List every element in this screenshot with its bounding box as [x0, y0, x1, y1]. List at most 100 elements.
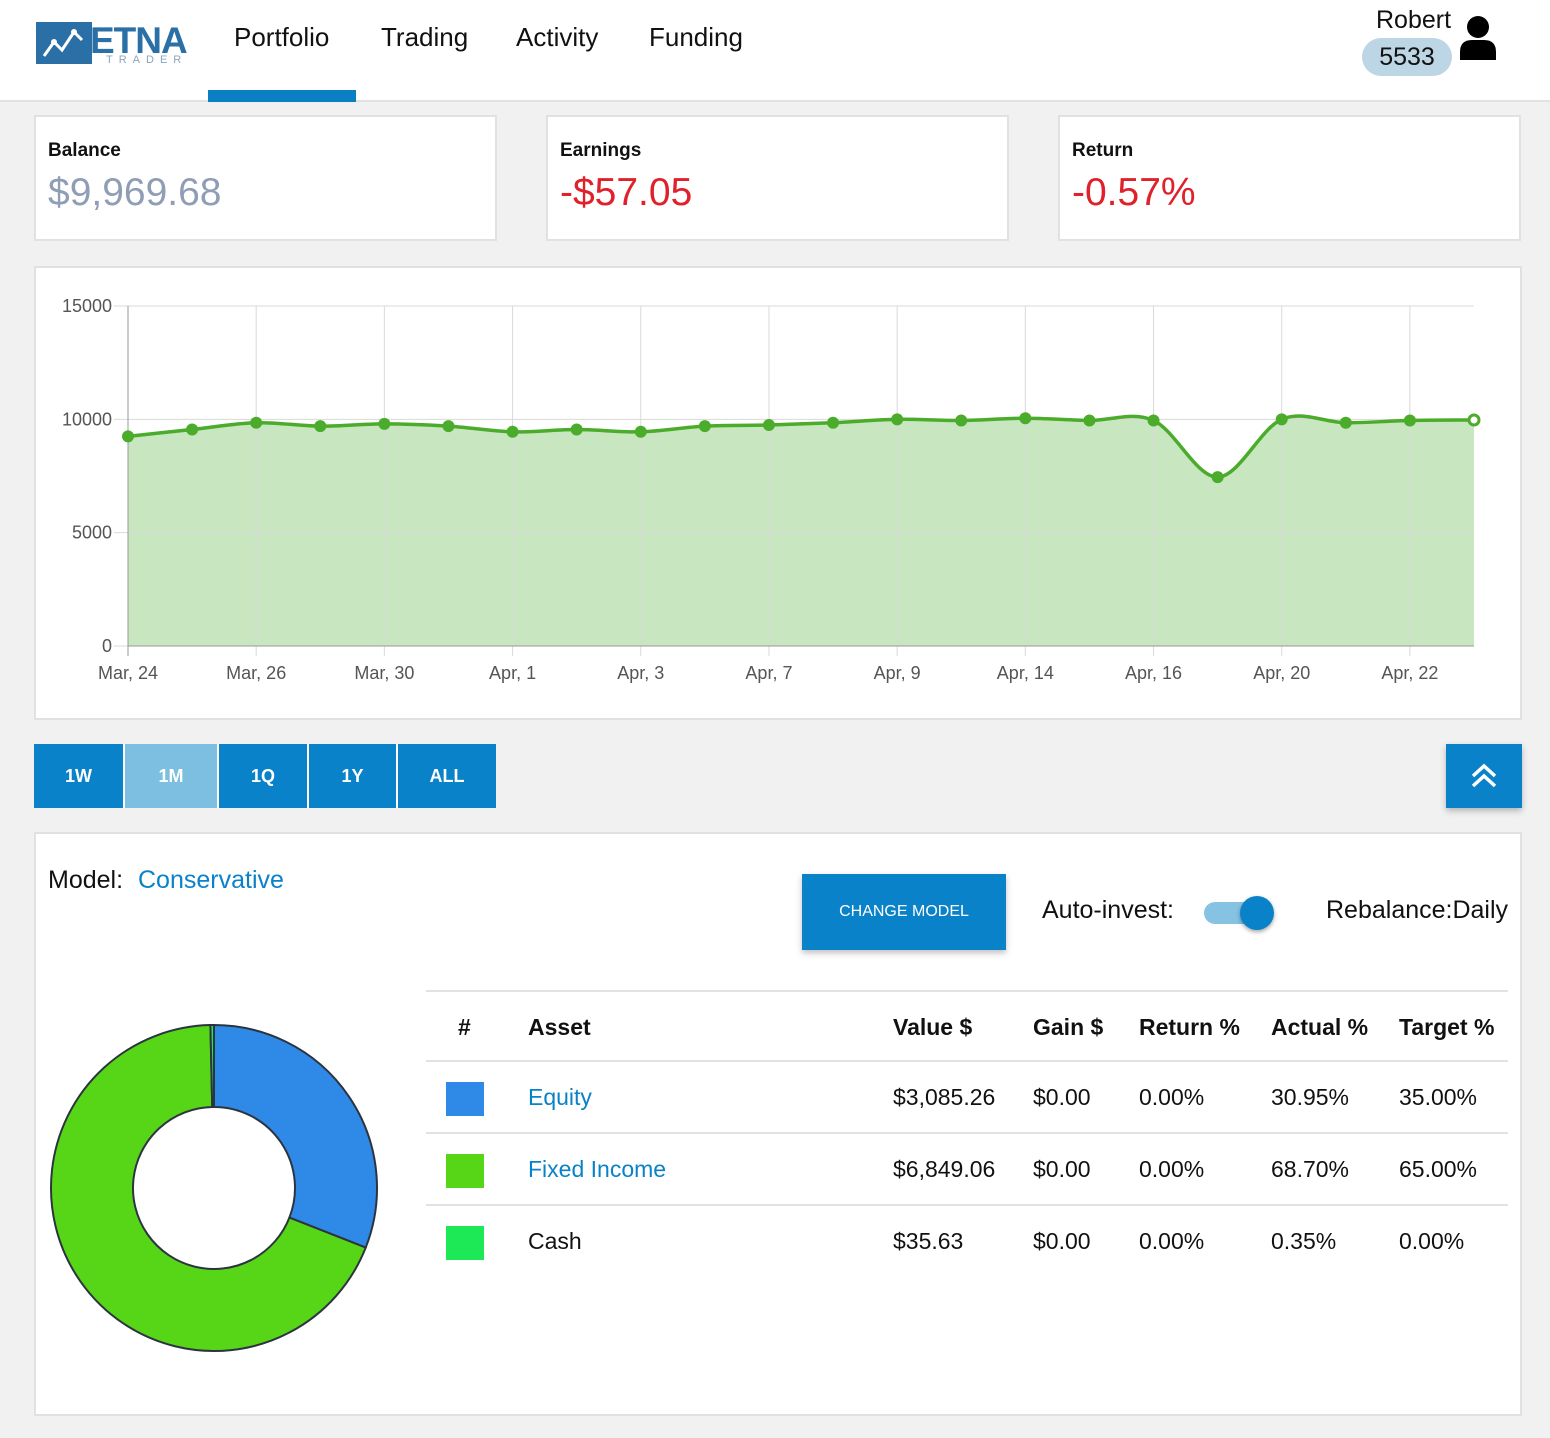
cash-value: $35.63 [893, 1228, 964, 1254]
user-name[interactable]: Robert [1376, 6, 1451, 35]
donut-slice-equity[interactable] [213, 1023, 378, 1249]
x-tick-label: Mar, 24 [98, 663, 158, 683]
column-header-asset: Asset [528, 1014, 591, 1040]
cash-color-swatch [446, 1226, 484, 1260]
scroll-to-top-button[interactable] [1446, 744, 1522, 808]
model-label: Model: [48, 866, 124, 894]
etna-trader-logo[interactable]: ETNA TRADER [36, 20, 188, 68]
return-value: -0.57% [1072, 171, 1196, 214]
top-navigation-bar: ETNA TRADER Portfolio Trading Activity F… [0, 0, 1550, 102]
equity-gain: $0.00 [1033, 1084, 1091, 1110]
column-header-index: # [458, 1014, 471, 1040]
earnings-value: -$57.05 [560, 171, 693, 214]
column-header-gain: Gain $ [1033, 1014, 1104, 1040]
data-point [698, 420, 711, 433]
column-header-target: Target % [1399, 1014, 1495, 1040]
data-point [955, 414, 968, 427]
data-point [1147, 414, 1160, 427]
data-point [1339, 416, 1352, 429]
auto-invest-toggle[interactable] [1202, 896, 1278, 930]
model-allocation-panel: Model: Conservative CHANGE MODEL Auto-in… [34, 832, 1522, 1416]
column-header-return: Return % [1139, 1014, 1240, 1040]
asset-cash: Cash [528, 1228, 582, 1254]
balance-value: $9,969.68 [48, 171, 222, 214]
data-point [891, 413, 904, 426]
row-divider [426, 1204, 1508, 1206]
x-tick-label: Apr, 20 [1253, 663, 1310, 683]
range-button-1q[interactable]: 1Q [219, 744, 309, 808]
data-point [186, 423, 199, 436]
data-point [442, 420, 455, 433]
header-divider [426, 1060, 1508, 1062]
y-tick-label: 5000 [72, 523, 112, 543]
data-point [1467, 413, 1481, 427]
range-button-1w[interactable]: 1W [34, 744, 125, 808]
donut-slice-cash[interactable] [209, 1023, 215, 1109]
active-tab-indicator [208, 90, 356, 102]
tab-portfolio[interactable]: Portfolio [234, 22, 329, 58]
tab-trading[interactable]: Trading [381, 22, 468, 58]
double-chevron-up-icon [1471, 763, 1497, 788]
x-tick-label: Apr, 16 [1125, 663, 1182, 683]
range-button-1m[interactable]: 1M [125, 744, 219, 808]
data-point [1211, 471, 1224, 484]
data-point [250, 416, 263, 429]
asset-link-equity[interactable]: Equity [528, 1084, 592, 1111]
range-button-1y[interactable]: 1Y [309, 744, 398, 808]
balance-label: Balance [48, 140, 121, 161]
toggle-knob [1240, 896, 1274, 930]
range-button-all[interactable]: ALL [398, 744, 496, 808]
data-point [122, 430, 134, 443]
chart-canvas: 15000 10000 5000 0 Mar, 24 Mar, 26 Mar, 30 Apr,… [62, 296, 1481, 683]
user-icon[interactable] [1458, 14, 1498, 62]
fixed-income-target: 65.00% [1399, 1156, 1478, 1182]
y-tick-label: 0 [102, 636, 112, 656]
return-card: Return -0.57% [1058, 115, 1521, 241]
data-point [1275, 413, 1288, 426]
data-point [1083, 414, 1096, 427]
cash-return: 0.00% [1139, 1228, 1205, 1254]
data-point [570, 423, 583, 436]
model-name-link[interactable]: Conservative [138, 866, 284, 895]
data-point [1019, 412, 1032, 425]
cash-actual: 0.35% [1271, 1228, 1337, 1254]
x-tick-label: Apr, 14 [997, 663, 1054, 683]
return-label: Return [1072, 140, 1134, 161]
row-divider [426, 1132, 1508, 1134]
data-point [378, 417, 391, 430]
x-tick-label: Apr, 1 [489, 663, 536, 683]
data-point [634, 425, 647, 438]
fixed-income-value: $6,849.06 [893, 1156, 996, 1182]
asset-link-fixed-income[interactable]: Fixed Income [528, 1156, 666, 1183]
earnings-label: Earnings [560, 140, 642, 161]
data-point [1403, 414, 1416, 427]
allocation-donut-chart [50, 1023, 378, 1352]
equity-color-swatch [446, 1082, 484, 1116]
auto-invest-label: Auto-invest: [1042, 896, 1175, 924]
column-header-value: Value $ [893, 1014, 973, 1040]
equity-target: 35.00% [1399, 1084, 1478, 1110]
equity-return: 0.00% [1139, 1084, 1205, 1110]
fixed-income-return: 0.00% [1139, 1156, 1205, 1182]
data-point [762, 419, 775, 431]
logo-subtitle: TRADER [106, 54, 188, 66]
x-tick-label: Apr, 7 [745, 663, 792, 683]
equity-actual: 30.95% [1271, 1084, 1350, 1110]
fixed-income-actual: 68.70% [1271, 1156, 1350, 1182]
chart-area-fill [128, 415, 1474, 646]
balance-history-chart: 15000 10000 5000 0 Mar, 24 Mar, 26 Mar, 30 Apr,… [34, 266, 1522, 720]
x-tick-label: Mar, 26 [226, 663, 286, 683]
y-tick-label: 15000 [62, 296, 112, 316]
logo-mark-icon [36, 22, 92, 64]
fixed-income-color-swatch [446, 1154, 484, 1188]
earnings-card: Earnings -$57.05 [546, 115, 1009, 241]
x-tick-label: Mar, 30 [354, 663, 414, 683]
account-badge[interactable]: 5533 [1362, 38, 1452, 76]
equity-value: $3,085.26 [893, 1084, 996, 1110]
change-model-button[interactable]: CHANGE MODEL [802, 874, 1006, 950]
tab-funding[interactable]: Funding [649, 22, 743, 58]
balance-card: Balance $9,969.68 [34, 115, 497, 241]
rebalance-label: Rebalance:Daily [1326, 896, 1509, 924]
x-tick-label: Apr, 3 [617, 663, 664, 683]
tab-activity[interactable]: Activity [516, 22, 598, 58]
